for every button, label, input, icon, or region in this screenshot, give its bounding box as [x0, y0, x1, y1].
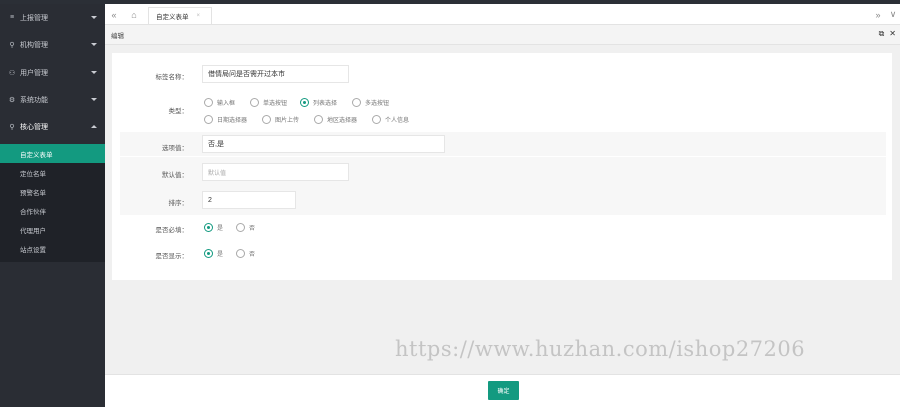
show-no[interactable]: 否: [236, 249, 255, 258]
required-yes[interactable]: 是: [204, 223, 223, 232]
menu-label: 用户管理: [20, 69, 48, 77]
options-input[interactable]: 否,是: [202, 135, 445, 153]
panel-title: 编辑: [111, 32, 124, 40]
option-label: 是: [217, 252, 224, 258]
menu-item-core[interactable]: ⚲ 核心管理: [0, 113, 105, 140]
option-label: 否: [249, 226, 256, 232]
type-option[interactable]: 个人信息: [372, 115, 409, 124]
watermark-text: https://www.huzhan.com/ishop27206: [395, 337, 806, 361]
radio-icon: [204, 98, 213, 107]
home-icon[interactable]: ⌂: [125, 4, 143, 25]
menu-item-system[interactable]: ⚙ 系统功能: [0, 86, 105, 113]
chevron-down-icon[interactable]: ∨: [886, 4, 900, 25]
close-icon[interactable]: ×: [197, 13, 201, 19]
type-option[interactable]: 图片上传: [262, 115, 299, 124]
radio-icon: [372, 115, 381, 124]
field-name-input[interactable]: 借情局问是否需开过本市: [202, 65, 349, 83]
type-option[interactable]: 日期选择器: [204, 115, 247, 124]
radio-icon: [262, 115, 271, 124]
option-label: 是: [217, 226, 224, 232]
radio-icon: [204, 115, 213, 124]
show-label: 是否显示：: [155, 253, 189, 260]
type-option[interactable]: 输入框: [204, 98, 235, 107]
option-label: 多选按钮: [365, 101, 390, 107]
sidebar-item-custom-form[interactable]: 自定义表单: [0, 144, 105, 163]
panel-header: 编辑 ⧉ ✕: [105, 25, 900, 45]
required-label: 是否必填：: [155, 227, 189, 234]
menu-item-org[interactable]: ⚲ 机构管理: [0, 31, 105, 58]
menu-item-users[interactable]: ⚇ 用户管理: [0, 59, 105, 86]
close-icon[interactable]: ✕: [889, 29, 896, 39]
radio-icon: [236, 223, 245, 232]
chevron-down-icon: [91, 16, 97, 19]
sidebar-item-agent-users[interactable]: 代理用户: [0, 220, 105, 239]
sidebar-item-warning-list[interactable]: 预警名单: [0, 182, 105, 201]
option-label: 列表选择: [313, 101, 338, 107]
options-label: 选项值：: [162, 145, 188, 152]
type-option[interactable]: 多选按钮: [352, 98, 389, 107]
option-label: 单选按钮: [263, 101, 288, 107]
menu-item-report[interactable]: ≡ 上报管理: [0, 4, 105, 31]
sidebar: ≡ 上报管理 ⚲ 机构管理 ⚇ 用户管理 ⚙ 系统功能 ⚲ 核心管理 自定义表单…: [0, 4, 105, 407]
sort-label: 排序：: [168, 200, 189, 207]
field-name-label: 标签名称：: [155, 74, 189, 81]
radio-checked-icon: [204, 223, 213, 232]
type-option-selected[interactable]: 列表选择: [300, 98, 337, 107]
sidebar-item-site-settings[interactable]: 站点设置: [0, 239, 105, 258]
tab-prev-icon[interactable]: «: [105, 4, 123, 25]
sidebar-item-locate-list[interactable]: 定位名单: [0, 163, 105, 182]
chevron-up-icon: [91, 125, 97, 128]
option-label: 否: [249, 252, 256, 258]
sidebar-item-partners[interactable]: 合作伙伴: [0, 201, 105, 220]
restore-icon[interactable]: ⧉: [879, 29, 885, 39]
menu-label: 机构管理: [20, 41, 48, 49]
required-no[interactable]: 否: [236, 223, 255, 232]
user-icon: ⚇: [8, 69, 16, 77]
radio-checked-icon: [204, 249, 213, 258]
default-label: 默认值：: [162, 172, 188, 179]
option-label: 图片上传: [275, 118, 300, 124]
radio-icon: [236, 249, 245, 258]
chevron-down-icon: [91, 43, 97, 46]
option-label: 输入框: [217, 101, 236, 107]
key-icon: ⚲: [9, 41, 15, 49]
submenu-core: 自定义表单 定位名单 预警名单 合作伙伴 代理用户 站点设置: [0, 144, 105, 262]
tab-next-icon[interactable]: »: [870, 4, 886, 25]
show-yes[interactable]: 是: [204, 249, 223, 258]
sort-input[interactable]: 2: [202, 191, 296, 209]
gear-icon: ⚙: [8, 96, 16, 104]
chevron-down-icon: [91, 71, 97, 74]
key-icon: ⚲: [9, 123, 15, 131]
type-label: 类型：: [168, 108, 189, 115]
list-icon: ≡: [9, 14, 15, 21]
option-label: 个人信息: [385, 118, 410, 124]
menu-label: 核心管理: [20, 123, 48, 131]
menu-label: 上报管理: [20, 14, 48, 22]
confirm-button[interactable]: 确定: [488, 381, 519, 400]
option-label: 日期选择器: [217, 118, 248, 124]
menu-label: 系统功能: [20, 96, 48, 104]
default-input[interactable]: 默认值: [202, 163, 349, 181]
panel-tools: ⧉ ✕: [879, 29, 896, 39]
option-label: 地区选择器: [327, 118, 358, 124]
radio-icon: [352, 98, 361, 107]
tab-custom-form[interactable]: 自定义表单 ×: [148, 7, 212, 24]
chevron-down-icon: [91, 98, 97, 101]
type-option[interactable]: 地区选择器: [314, 115, 357, 124]
tab-bar: « ⌂ 自定义表单 × » ∨: [105, 4, 900, 25]
tab-label: 自定义表单: [156, 14, 189, 21]
radio-icon: [250, 98, 259, 107]
type-option[interactable]: 单选按钮: [250, 98, 287, 107]
radio-icon: [314, 115, 323, 124]
radio-checked-icon: [300, 98, 309, 107]
